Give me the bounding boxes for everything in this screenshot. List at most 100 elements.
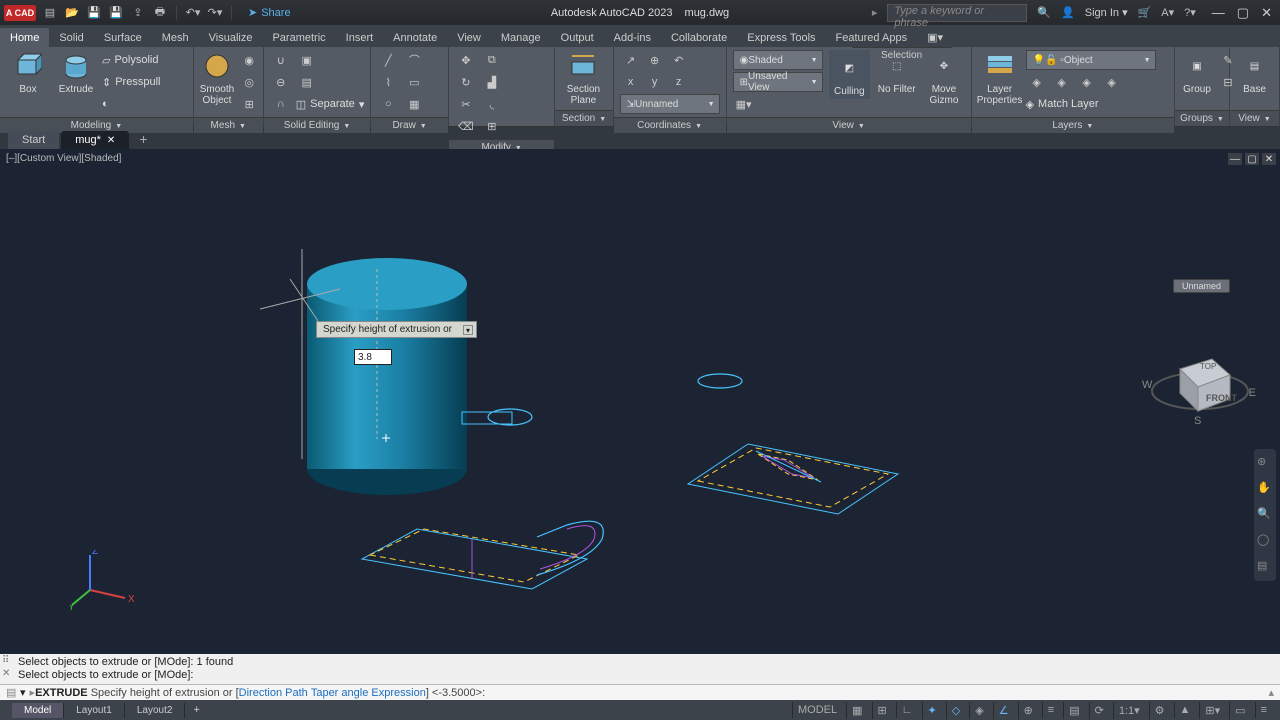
ucs-x-icon[interactable]: x: [620, 72, 642, 92]
ucs-y-icon[interactable]: y: [644, 72, 666, 92]
move-icon[interactable]: ✥: [455, 50, 477, 70]
tab-surface[interactable]: Surface: [94, 28, 152, 47]
dynamic-menu-icon[interactable]: ▾: [463, 325, 473, 335]
3dosnap-icon[interactable]: ◈: [969, 702, 988, 719]
ortho-icon[interactable]: ∟: [896, 702, 918, 718]
transparency-icon[interactable]: ▤: [1063, 702, 1084, 719]
signin-button[interactable]: Sign In ▾: [1085, 6, 1128, 19]
help-icon[interactable]: ?▾: [1184, 6, 1196, 19]
layer-tool3-icon[interactable]: ◈: [1076, 72, 1098, 92]
viewcube-ucs-label[interactable]: Unnamed: [1173, 279, 1230, 293]
command-line[interactable]: ▤▾ ▸ EXTRUDE Specify height of extrusion…: [0, 685, 1280, 700]
web-icon[interactable]: ⇪: [130, 5, 146, 21]
undo-icon[interactable]: ↶▾: [185, 5, 201, 21]
copy-icon[interactable]: ⧉: [481, 50, 503, 70]
tab-mesh[interactable]: Mesh: [152, 28, 199, 47]
extrude-button[interactable]: Extrude: [54, 50, 98, 95]
layer-properties-button[interactable]: Layer Properties: [978, 50, 1022, 106]
layout2-tab[interactable]: Layout2: [125, 703, 186, 718]
circle-icon[interactable]: ○: [377, 94, 399, 114]
tab-output[interactable]: Output: [551, 28, 604, 47]
mesh-less-icon[interactable]: ◎: [238, 72, 260, 92]
visual-style-dropdown[interactable]: ◉ Shaded: [733, 50, 823, 70]
tab-home[interactable]: Home: [0, 28, 49, 47]
smooth-object-button[interactable]: Smooth Object: [200, 50, 234, 106]
minimize-icon[interactable]: —: [1212, 5, 1225, 21]
dyn-icon[interactable]: ⊕: [1018, 702, 1038, 719]
status-model[interactable]: MODEL: [792, 702, 842, 718]
layer-dropdown[interactable]: 💡🔓 ▫ Object: [1026, 50, 1156, 70]
customize-icon[interactable]: ≡: [1255, 702, 1272, 718]
app-menu-icon[interactable]: A▾: [1161, 6, 1174, 19]
erase-icon[interactable]: ⌫: [455, 116, 477, 136]
union-icon[interactable]: ∪: [270, 50, 292, 70]
view-config-icon[interactable]: ▦▾: [733, 94, 755, 114]
rect-icon[interactable]: ▭: [403, 72, 425, 92]
cmd-handle-icon[interactable]: ⠿: [2, 655, 10, 666]
tab-close-icon[interactable]: ✕: [107, 135, 115, 146]
gear-icon[interactable]: ⚙: [1149, 702, 1170, 719]
clean-icon[interactable]: ▭: [1229, 702, 1250, 719]
workspace-icon[interactable]: ⊞▾: [1199, 702, 1225, 719]
new-tab-button[interactable]: +: [131, 129, 155, 149]
app-logo[interactable]: A CAD: [4, 5, 36, 21]
grid-icon[interactable]: ▦: [846, 702, 867, 719]
layer-tool4-icon[interactable]: ◈: [1101, 72, 1123, 92]
share-button[interactable]: ➤Share: [248, 6, 291, 19]
array-icon[interactable]: ⊞: [481, 116, 503, 136]
tab-parametric[interactable]: Parametric: [262, 28, 335, 47]
match-layer-button[interactable]: ◈Match Layer: [1026, 94, 1156, 114]
osnap-icon[interactable]: ◇: [946, 702, 965, 719]
face-taper-icon[interactable]: ▤: [296, 72, 318, 92]
layout1-tab[interactable]: Layout1: [64, 703, 125, 718]
model-tab[interactable]: Model: [12, 703, 64, 718]
search-icon[interactable]: 🔍: [1037, 6, 1051, 19]
orbit-icon[interactable]: ◯: [1257, 533, 1273, 549]
ucs-icon[interactable]: X Y Z: [70, 550, 140, 610]
presspull-button[interactable]: ⇕Presspull: [102, 72, 160, 92]
arc-icon[interactable]: ⌒: [403, 50, 425, 70]
lwt-icon[interactable]: ≡: [1042, 702, 1059, 718]
showmotion-icon[interactable]: ▤: [1257, 559, 1273, 575]
fillet-icon[interactable]: ◟: [481, 94, 503, 114]
save-icon[interactable]: 💾: [86, 5, 102, 21]
dynamic-input[interactable]: [354, 349, 392, 365]
tab-addins[interactable]: Add-ins: [604, 28, 661, 47]
layer-tool2-icon[interactable]: ◈: [1051, 72, 1073, 92]
start-tab[interactable]: Start: [8, 131, 59, 149]
nav-bar[interactable]: ⊛ ✋ 🔍 ◯ ▤: [1254, 449, 1276, 581]
rotate-icon[interactable]: ↻: [455, 72, 477, 92]
section-plane-button[interactable]: Section Plane: [561, 50, 605, 106]
search-input[interactable]: Type a keyword or phrase: [887, 4, 1027, 22]
group-button[interactable]: ▣Group: [1181, 50, 1213, 95]
face-extrude-icon[interactable]: ▣: [296, 50, 318, 70]
ucs-named-dropdown[interactable]: ⇲ Unnamed: [620, 94, 720, 114]
tab-express[interactable]: Express Tools: [737, 28, 825, 47]
tab-featured[interactable]: Featured Apps: [826, 28, 918, 47]
zoom-icon[interactable]: 🔍: [1257, 507, 1273, 523]
subtract-icon[interactable]: ⊖: [270, 72, 292, 92]
layer-tool-icon[interactable]: ◈: [1026, 72, 1048, 92]
mesh-refine-icon[interactable]: ⊞: [238, 94, 260, 114]
user-icon[interactable]: 👤: [1061, 6, 1075, 19]
new-icon[interactable]: ▤: [42, 5, 58, 21]
cycling-icon[interactable]: ⟳: [1089, 702, 1109, 719]
trim-icon[interactable]: ✂: [455, 94, 477, 114]
plot-icon[interactable]: 🖶: [152, 5, 168, 21]
snap-icon[interactable]: ⊞: [872, 702, 892, 719]
hatch-icon[interactable]: ▦: [403, 94, 425, 114]
revolve-button[interactable]: ◐: [102, 94, 160, 114]
mesh-more-icon[interactable]: ◉: [238, 50, 260, 70]
saved-view-dropdown[interactable]: ⊞ Unsaved View: [733, 72, 823, 92]
pan-icon[interactable]: ✋: [1257, 481, 1273, 497]
tab-manage[interactable]: Manage: [491, 28, 551, 47]
cmd-close-icon[interactable]: ✕: [2, 668, 10, 679]
file-tab[interactable]: mug*✕: [61, 131, 129, 149]
close-icon[interactable]: ✕: [1261, 5, 1272, 21]
separate-button[interactable]: ◫Separate▾: [296, 94, 365, 114]
ucs-prev-icon[interactable]: ↶: [668, 50, 690, 70]
cart-icon[interactable]: 🛒: [1138, 6, 1152, 19]
saveas-icon[interactable]: 💾: [108, 5, 124, 21]
redo-icon[interactable]: ↷▾: [207, 5, 223, 21]
mirror-icon[interactable]: ▟: [481, 72, 503, 92]
